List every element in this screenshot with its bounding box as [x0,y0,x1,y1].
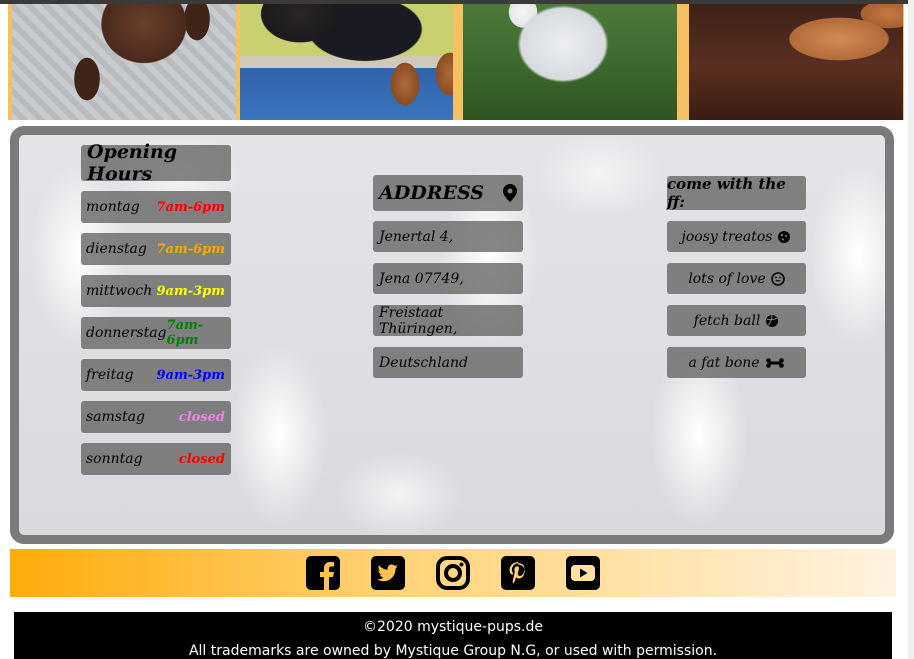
vertical-scrollbar[interactable] [908,0,914,659]
dog-photo-dachshund [240,4,453,120]
time-label: 7am-6pm [156,199,225,215]
hours-row-sonntag: sonntag closed [81,443,231,475]
address-line: Deutschland [373,347,523,378]
bring-item-label: a fat bone [688,354,760,371]
dog-photo-strip [8,4,904,120]
youtube-icon[interactable] [565,555,601,591]
time-label: 9am-3pm [156,283,225,299]
cookie-icon [778,230,791,243]
address-title-label: ADDRESS [379,182,484,204]
time-label: closed [178,451,225,467]
pinterest-icon[interactable] [500,555,536,591]
day-label: freitag [86,367,134,383]
address-line: Jena 07749, [373,263,523,294]
hours-row-freitag: freitag 9am-3pm [81,359,231,391]
hours-row-mittwoch: mittwoch 9am-3pm [81,275,231,307]
bring-item-label: fetch ball [693,312,761,329]
bring-item-treats: joosy treatos [667,221,806,252]
day-label: mittwoch [86,283,153,299]
address-title: ADDRESS [373,175,523,211]
bring-item-love: lots of love [667,263,806,294]
instagram-icon[interactable] [435,555,471,591]
time-label: 7am-6pm [156,241,225,257]
hours-row-samstag: samstag closed [81,401,231,433]
twitter-icon[interactable] [370,555,406,591]
day-label: donnerstag [86,325,167,341]
hours-row-montag: montag 7am-6pm [81,191,231,223]
bring-item-bone: a fat bone [667,347,806,378]
opening-hours-title: Opening Hours [81,141,231,185]
day-label: sonntag [86,451,143,467]
day-label: montag [86,199,140,215]
facebook-icon[interactable] [305,555,341,591]
map-pin-icon [503,184,517,202]
smile-icon [770,271,785,286]
footer: ©2020 mystique-pups.de All trademarks ar… [14,612,892,659]
time-label: closed [178,409,225,425]
dog-photo-orange-paws [689,4,903,120]
hours-row-donnerstag: donnerstag 7am-6pm [81,317,231,349]
dog-photo-white-poodle [463,4,677,120]
bring-item-ball: fetch ball [667,305,806,336]
dog-photo-brown-puppy [12,4,236,120]
social-bar [10,549,896,597]
time-label: 9am-3pm [156,367,225,383]
day-label: dienstag [86,241,147,257]
day-label: samstag [86,409,145,425]
bring-title: come with the ff: [667,175,806,211]
bone-icon [765,357,784,368]
time-label: 7am-6pm [166,318,204,348]
copyright-text: ©2020 mystique-pups.de [363,619,543,635]
address-line: Freistaat Thüringen, [373,305,523,337]
bring-item-label: lots of love [688,270,766,287]
hours-row-dienstag: dienstag 7am-6pm [81,233,231,265]
ball-icon [766,314,779,327]
bring-item-label: joosy treatos [681,228,773,245]
address-line: Jenertal 4, [373,221,523,252]
trademark-text: All trademarks are owned by Mystique Gro… [188,643,718,659]
